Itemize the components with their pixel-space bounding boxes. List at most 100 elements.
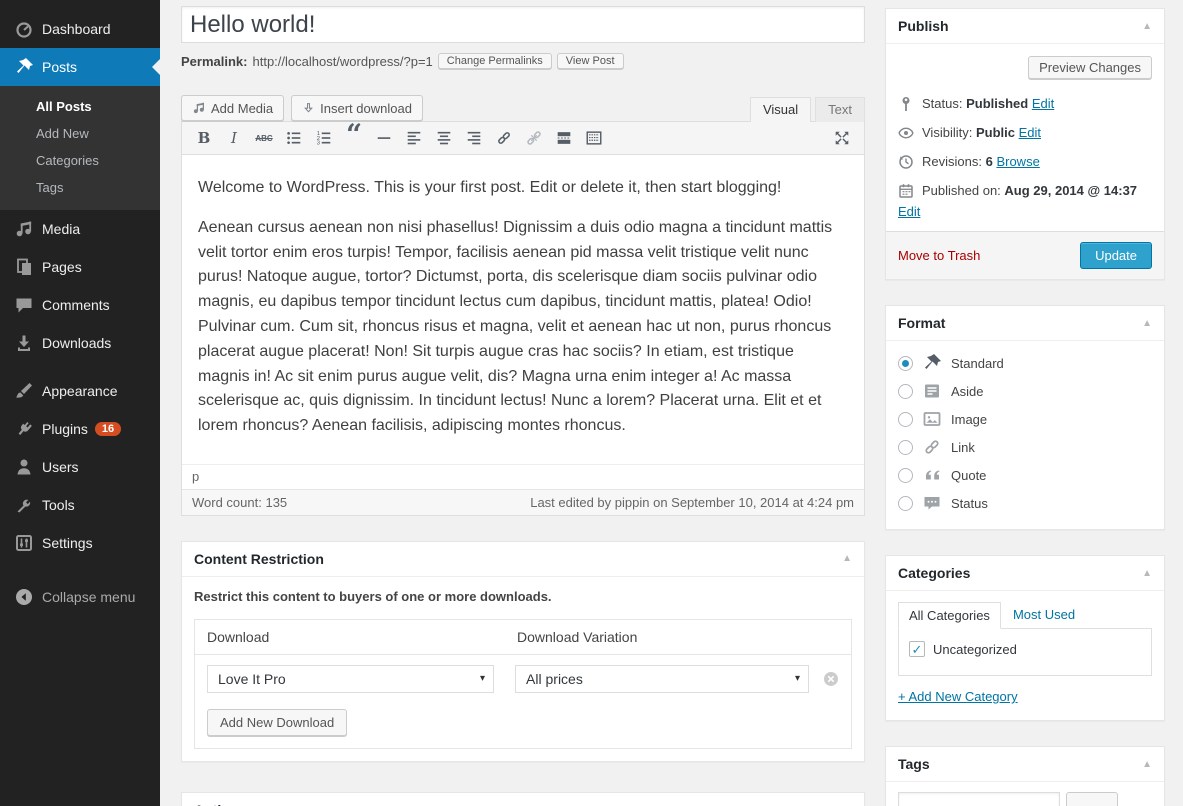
collapse-arrow-icon[interactable]: ▲ [1142,568,1152,579]
editor-element-path[interactable]: p [182,464,864,489]
align-center-button[interactable] [430,126,458,150]
tab-all-categories[interactable]: All Categories [898,602,1001,629]
sidebar-item-users[interactable]: Users [0,448,160,486]
sidebar-item-label: Collapse menu [42,589,135,605]
sidebar-item-label: Plugins [42,421,88,437]
revisions-clock-icon [898,154,914,170]
submenu-item-tags[interactable]: Tags [0,174,160,201]
sidebar-item-posts[interactable]: Posts [0,48,160,86]
more-tag-button[interactable] [550,126,578,150]
collapse-arrow-icon[interactable]: ▲ [842,553,852,564]
blockquote-button[interactable]: “ [340,126,368,150]
italic-button[interactable]: I [220,126,248,150]
format-radio-image[interactable] [898,412,913,427]
toolbar-toggle-button[interactable] [580,126,608,150]
format-radio-standard[interactable] [898,356,913,371]
format-option-label: Aside [951,384,984,399]
sidebar-item-tools[interactable]: Tools [0,486,160,524]
horizontal-rule-button[interactable] [370,126,398,150]
format-radio-link[interactable] [898,440,913,455]
menu-separator [0,362,160,372]
submenu-item-add-new[interactable]: Add New [0,120,160,147]
insert-link-button[interactable] [490,126,518,150]
preview-changes-button[interactable]: Preview Changes [1028,56,1152,79]
sidebar-item-pages[interactable]: Pages [0,248,160,286]
pushpin-icon [14,57,34,77]
format-option-label: Quote [951,468,986,483]
published-on-label: Published on: [922,183,1001,198]
edit-visibility-link[interactable]: Edit [1019,125,1041,140]
collapse-menu-button[interactable]: Collapse menu [0,578,160,616]
posts-submenu: All Posts Add New Categories Tags [0,86,160,210]
content-restriction-header[interactable]: Content Restriction ▲ [182,542,864,576]
sidebar-item-label: Downloads [42,335,111,351]
edit-published-date-link[interactable]: Edit [898,204,920,219]
variation-select[interactable]: All prices ▾ [515,665,809,693]
sidebar-item-comments[interactable]: Comments [0,286,160,324]
tags-panel-header[interactable]: Tags ▲ [886,747,1164,781]
change-permalinks-button[interactable]: Change Permalinks [438,53,552,69]
categories-panel: Categories ▲ All Categories Most Used Un… [885,555,1165,721]
plugins-update-count-badge: 16 [95,422,121,436]
format-radio-status[interactable] [898,496,913,511]
collapse-arrow-icon[interactable]: ▲ [1142,21,1152,32]
tools-icon [14,495,34,515]
bold-button[interactable]: B [190,126,218,150]
format-panel-header[interactable]: Format ▲ [886,306,1164,340]
collapse-arrow-icon[interactable]: ▲ [1142,318,1152,329]
add-media-button[interactable]: Add Media [181,95,284,121]
editor-paragraph: Welcome to WordPress. This is your first… [198,176,848,201]
edit-status-link[interactable]: Edit [1032,96,1054,111]
move-to-trash-link[interactable]: Move to Trash [898,248,980,263]
pushpin-icon [922,353,942,373]
sidebar-item-appearance[interactable]: Appearance [0,372,160,410]
submenu-item-all-posts[interactable]: All Posts [0,93,160,120]
download-select[interactable]: Love It Pro ▾ [207,665,494,693]
editor-content-area[interactable]: Welcome to WordPress. This is your first… [182,155,864,464]
distraction-free-button[interactable] [828,126,856,150]
download-select-value: Love It Pro [218,671,286,687]
published-on-value: Aug 29, 2014 @ 14:37 [1004,183,1137,198]
sidebar-item-downloads[interactable]: Downloads [0,324,160,362]
sidebar-item-media[interactable]: Media [0,210,160,248]
comments-icon [14,295,34,315]
publish-panel-header[interactable]: Publish ▲ [886,9,1164,43]
categories-panel-header[interactable]: Categories ▲ [886,556,1164,590]
remove-row-icon[interactable] [823,671,839,687]
strikethrough-button[interactable]: ABC [250,126,278,150]
new-tag-input[interactable] [898,792,1060,806]
sidebar-item-settings[interactable]: Settings [0,524,160,562]
column-header-variation: Download Variation [505,620,649,654]
remove-link-button[interactable] [520,126,548,150]
svg-text:3: 3 [317,141,320,147]
last-edited-info: Last edited by pippin on September 10, 2… [530,495,854,510]
post-title-input[interactable] [181,6,865,43]
permalink-url[interactable]: http://localhost/wordpress/?p=1 [252,54,432,69]
add-new-download-button[interactable]: Add New Download [207,709,347,736]
tags-panel: Tags ▲ [885,746,1165,806]
add-tag-button[interactable] [1066,792,1118,806]
format-radio-aside[interactable] [898,384,913,399]
view-post-button[interactable]: View Post [557,53,624,69]
sidebar-item-dashboard[interactable]: Dashboard [0,10,160,48]
numbered-list-button[interactable]: 123 [310,126,338,150]
align-left-button[interactable] [400,126,428,150]
submenu-item-categories[interactable]: Categories [0,147,160,174]
category-checkbox[interactable] [909,641,925,657]
sidebar-item-label: Dashboard [42,21,111,37]
tab-text[interactable]: Text [815,97,865,122]
author-panel-header[interactable]: Author ▲ [182,793,864,806]
add-new-category-link[interactable]: + Add New Category [898,689,1018,704]
insert-download-button[interactable]: Insert download [291,95,423,121]
bullet-list-button[interactable] [280,126,308,150]
tab-visual[interactable]: Visual [750,97,811,122]
collapse-arrow-icon[interactable]: ▲ [1142,759,1152,770]
link-icon [922,437,942,457]
tab-most-used[interactable]: Most Used [1001,602,1087,629]
align-right-button[interactable] [460,126,488,150]
sidebar-item-plugins[interactable]: Plugins 16 [0,410,160,448]
update-button[interactable]: Update [1080,242,1152,269]
browse-revisions-link[interactable]: Browse [996,154,1039,169]
panel-title: Publish [898,18,949,34]
format-radio-quote[interactable] [898,468,913,483]
